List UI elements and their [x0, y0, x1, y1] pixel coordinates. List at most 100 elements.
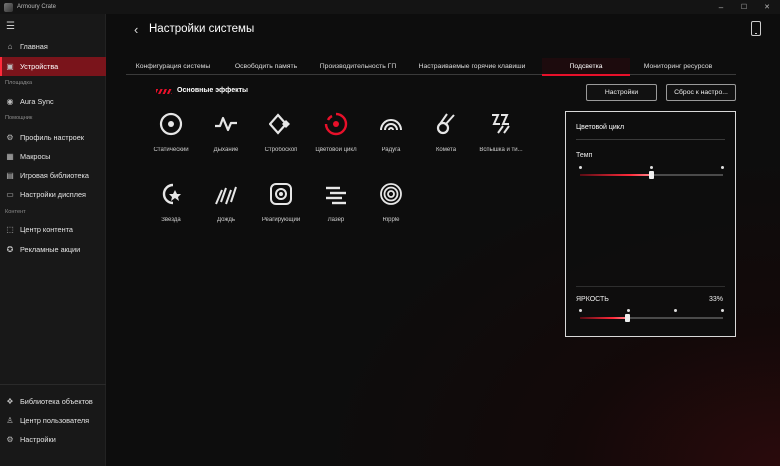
- content-icon: ⬚: [6, 225, 14, 234]
- tab-resource-monitor[interactable]: Мониторинг ресурсов: [634, 58, 722, 75]
- breathing-icon: [214, 112, 238, 136]
- slider-tick: [627, 309, 630, 312]
- effect-star[interactable]: Звезда: [141, 182, 201, 232]
- brightness-label: ЯРКОСТЬ: [576, 296, 609, 303]
- reactive-icon: [269, 182, 293, 206]
- tab-bar: Конфигурация системы Освободить память П…: [126, 58, 736, 76]
- effect-label: Стробоскоп: [264, 147, 298, 153]
- sidebar-item-aura-sync[interactable]: ◉ Aura Sync: [0, 92, 106, 111]
- effect-comet[interactable]: Комета: [416, 112, 476, 162]
- effect-label: Дождь: [216, 217, 236, 223]
- color-cycle-icon: [324, 112, 348, 136]
- back-arrow-icon[interactable]: ‹: [134, 22, 138, 37]
- effect-reactive[interactable]: Реагирующий: [251, 182, 311, 232]
- effect-breathing[interactable]: Дыхание: [196, 112, 256, 162]
- sidebar-item-asset-library[interactable]: ❖ Библиотека объектов: [0, 392, 106, 411]
- sidebar-item-devices[interactable]: ▣ Устройства: [0, 57, 106, 76]
- section-title: Основные эффекты: [177, 87, 249, 94]
- speed-label: Темп: [576, 152, 593, 159]
- effect-laser[interactable]: Лазер: [306, 182, 366, 232]
- effect-color-cycle[interactable]: Цветовой цикл: [306, 112, 366, 162]
- tab-free-memory[interactable]: Освободить память: [224, 58, 308, 75]
- settings-button[interactable]: Настройки: [586, 84, 657, 101]
- speed-slider[interactable]: [579, 166, 724, 182]
- effect-ripple[interactable]: Ripple: [361, 182, 421, 232]
- sidebar-item-profiles[interactable]: ⚙ Профиль настроек: [0, 128, 106, 147]
- sidebar-item-label: Настройки дисплея: [20, 190, 87, 199]
- sidebar-item-label: Aura Sync: [20, 97, 54, 106]
- color-cycle-panel: Цветовой цикл Темп ЯРКОСТЬ 33%: [565, 111, 736, 337]
- sidebar-item-home[interactable]: ⌂ Главная: [0, 37, 106, 56]
- ripple-icon: [379, 182, 403, 206]
- sidebar-item-label: Библиотека объектов: [20, 397, 93, 406]
- home-icon: ⌂: [7, 42, 13, 51]
- title-bar: Armoury Crate – ☐ ✕: [0, 0, 780, 14]
- sidebar-item-label: Центр пользователя: [20, 416, 90, 425]
- brightness-slider[interactable]: [579, 309, 724, 325]
- section-accent-mark: [156, 89, 172, 94]
- effect-label: Ripple: [382, 217, 400, 223]
- slider-tick: [650, 166, 653, 169]
- app-title: Armoury Crate: [17, 4, 57, 10]
- menu-icon[interactable]: ☰: [6, 21, 15, 32]
- display-icon: ▭: [6, 190, 14, 199]
- flash-dash-icon: [489, 112, 513, 136]
- slider-tick: [674, 309, 677, 312]
- reset-button[interactable]: Сброс к настро...: [666, 84, 736, 101]
- minimize-button[interactable]: –: [713, 0, 729, 14]
- sidebar-divider: [0, 384, 106, 385]
- promotion-icon: ✪: [6, 245, 14, 254]
- sidebar-item-settings[interactable]: ⚙ Настройки: [0, 430, 106, 449]
- phone-icon[interactable]: [751, 21, 761, 36]
- effect-label: Дыхание: [213, 147, 239, 153]
- effect-flash-dash[interactable]: Вспышка и ти...: [471, 112, 531, 162]
- maximize-button[interactable]: ☐: [736, 0, 752, 14]
- sidebar-item-promotions[interactable]: ✪ Рекламные акции: [0, 240, 106, 259]
- slider-tick: [579, 166, 582, 169]
- profile-icon: ⚙: [6, 133, 14, 142]
- slider-tick: [721, 309, 724, 312]
- gamepad-icon: ▤: [6, 171, 14, 180]
- slider-tick: [579, 309, 582, 312]
- sidebar-item-label: Настройки: [20, 435, 56, 444]
- effect-label: Звезда: [161, 217, 181, 223]
- effect-strobe[interactable]: Стробоскоп: [251, 112, 311, 162]
- slider-thumb[interactable]: [624, 314, 630, 322]
- close-button[interactable]: ✕: [759, 0, 775, 14]
- effect-label: Цветовой цикл: [315, 147, 357, 153]
- sidebar-item-display-settings[interactable]: ▭ Настройки дисплея: [0, 185, 106, 204]
- sidebar-item-macros[interactable]: ▦ Макросы: [0, 147, 106, 166]
- sidebar-item-label: Устройства: [20, 62, 59, 71]
- brightness-value: 33%: [708, 296, 723, 303]
- sidebar-item-user-center[interactable]: ♙ Центр пользователя: [0, 411, 106, 430]
- slider-thumb[interactable]: [649, 171, 654, 179]
- tab-gpu-performance[interactable]: Производительность ГП: [312, 58, 404, 75]
- gear-icon: ⚙: [6, 435, 14, 444]
- slider-fill: [580, 317, 628, 319]
- effect-rain[interactable]: Дождь: [196, 182, 256, 232]
- macro-icon: ▦: [6, 152, 14, 161]
- laser-icon: [324, 182, 348, 206]
- tab-hotkeys[interactable]: Настраиваемые горячие клавиши: [408, 58, 536, 75]
- sidebar-item-content-center[interactable]: ⬚ Центр контента: [0, 220, 106, 239]
- sidebar-section-content: Контент: [5, 209, 26, 215]
- app-logo: [4, 2, 13, 12]
- library-icon: ❖: [6, 397, 14, 406]
- sidebar: ☰ ⌂ Главная ▣ Устройства Площадка ◉ Aura…: [0, 14, 106, 466]
- sidebar-item-label: Главная: [20, 42, 48, 51]
- sidebar-item-game-library[interactable]: ▤ Игровая библиотека: [0, 166, 106, 185]
- effect-label: Лазер: [327, 217, 345, 223]
- effect-static[interactable]: Статический: [141, 112, 201, 162]
- star-icon: [159, 182, 183, 206]
- strobe-icon: [268, 112, 293, 136]
- sidebar-item-label: Рекламные акции: [20, 245, 81, 254]
- tab-system-config[interactable]: Конфигурация системы: [126, 58, 220, 75]
- slider-tick: [721, 166, 724, 169]
- effect-label: Реагирующий: [261, 217, 301, 223]
- sidebar-item-label: Профиль настроек: [20, 133, 84, 142]
- sidebar-section-platform: Площадка: [5, 80, 33, 86]
- tab-lighting[interactable]: Подсветка: [542, 58, 630, 76]
- effect-label: Статический: [153, 147, 189, 153]
- effect-rainbow[interactable]: Радуга: [361, 112, 421, 162]
- panel-title: Цветовой цикл: [576, 124, 625, 131]
